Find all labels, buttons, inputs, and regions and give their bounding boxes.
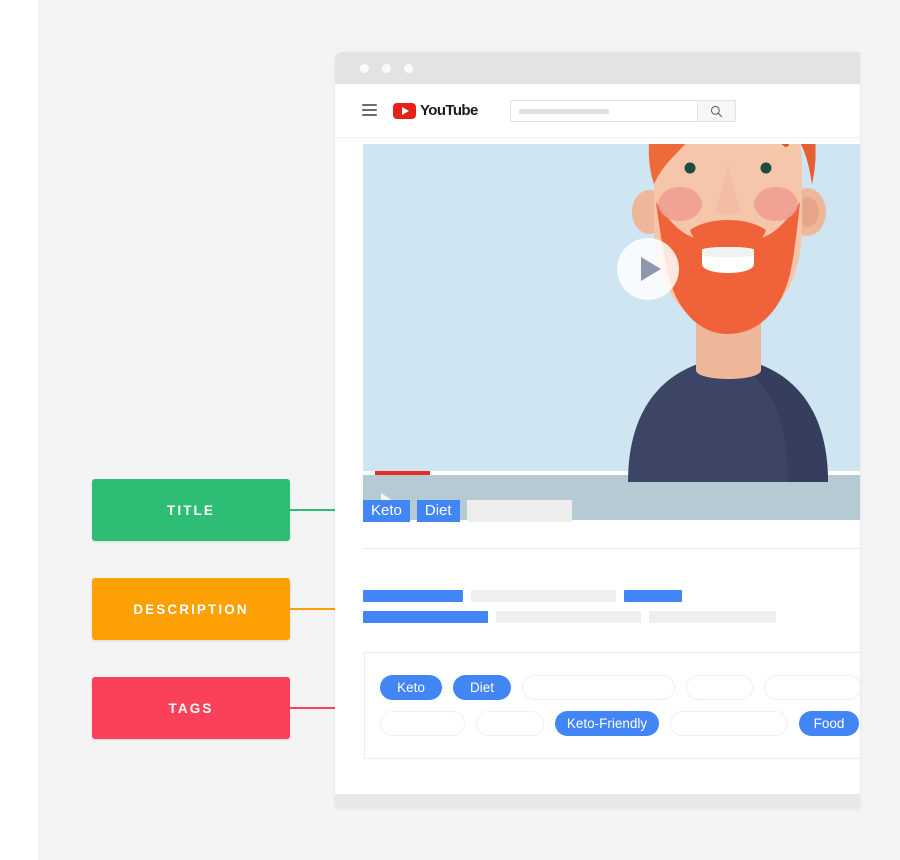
description-row (363, 611, 860, 623)
window-close-dot-icon[interactable] (360, 64, 369, 73)
page-canvas: TITLE DESCRIPTION TAGS YouTube Keto Diet… (0, 0, 900, 860)
tag-pill-empty[interactable] (686, 675, 753, 700)
tag-pill-empty[interactable] (476, 711, 544, 736)
youtube-play-icon (393, 102, 416, 119)
description-placeholder-bar (496, 611, 641, 623)
description-highlight-bar (363, 611, 488, 623)
annotation-label-description[interactable]: DESCRIPTION (92, 578, 290, 640)
tag-pill-empty[interactable] (522, 675, 675, 700)
title-keyword-keto: Keto (363, 499, 410, 523)
section-divider (363, 548, 860, 549)
annotation-label-title[interactable]: TITLE (92, 479, 290, 541)
description-row (363, 590, 860, 602)
play-circle-icon[interactable] (617, 238, 679, 300)
window-minimize-dot-icon[interactable] (382, 64, 391, 73)
tag-pill-diet[interactable]: Diet (453, 675, 511, 700)
tags-row: Keto-Friendly Food (380, 711, 859, 736)
bearded-man-illustration-lower (628, 471, 828, 482)
annotation-label-description-text: DESCRIPTION (133, 601, 249, 617)
tag-pill-food[interactable]: Food (799, 711, 859, 736)
title-keyword-diet: Diet (416, 499, 460, 523)
browser-bottom-bar (335, 794, 860, 808)
description-highlight-bar (624, 590, 682, 602)
annotation-label-tags-text: TAGS (168, 700, 214, 716)
tags-row: Keto Diet (380, 675, 860, 700)
video-title-row: Keto Diet (363, 497, 860, 525)
search-icon (710, 105, 723, 117)
video-player[interactable] (363, 144, 860, 471)
search-input[interactable] (510, 100, 698, 122)
tags-section: Keto Diet Keto-Friendly Food (364, 652, 860, 759)
hamburger-icon[interactable] (362, 104, 377, 116)
youtube-wordmark: YouTube (420, 102, 478, 119)
video-progress-fill (375, 471, 430, 475)
browser-window: YouTube Keto Diet Keto Diet Keto-Friendl… (335, 52, 860, 808)
tag-pill-empty[interactable] (670, 711, 788, 736)
bearded-man-illustration (628, 144, 828, 471)
youtube-logo[interactable]: YouTube (393, 102, 478, 119)
description-highlight-bar (363, 590, 463, 602)
tag-pill-keto-friendly[interactable]: Keto-Friendly (555, 711, 659, 736)
annotation-label-title-text: TITLE (167, 502, 215, 518)
tag-pill-empty[interactable] (380, 711, 465, 736)
description-placeholder-bar (649, 611, 776, 623)
youtube-header: YouTube (335, 84, 860, 138)
browser-titlebar (335, 52, 860, 84)
tag-pill-keto[interactable]: Keto (380, 675, 442, 700)
tag-pill-empty[interactable] (764, 675, 860, 700)
window-maximize-dot-icon[interactable] (404, 64, 413, 73)
title-placeholder-bar (466, 500, 572, 522)
search-button[interactable] (698, 100, 736, 122)
annotation-label-tags[interactable]: TAGS (92, 677, 290, 739)
description-section (363, 590, 860, 632)
description-placeholder-bar (471, 590, 616, 602)
search-placeholder-bar (519, 109, 609, 114)
